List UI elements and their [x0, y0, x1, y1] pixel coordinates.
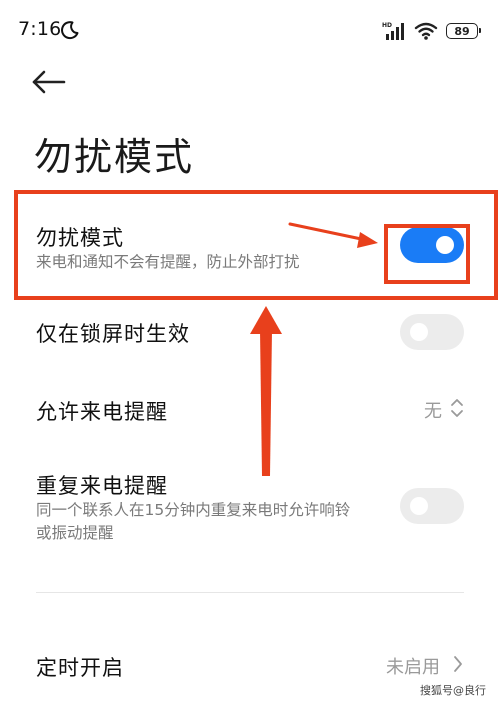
page-title: 勿扰模式	[34, 135, 195, 179]
allow-calls-row[interactable]: 允许来电提醒 无	[0, 376, 500, 440]
settings-screen: 7:16 HD 89 勿扰模式 勿扰模式 来电和通知不会有提醒，防止外部打扰 仅…	[0, 0, 500, 708]
status-bar: 7:16 HD 89	[0, 0, 500, 48]
scheduled-value: 未启用	[386, 657, 440, 678]
toggle-knob	[410, 497, 428, 515]
scheduled-title: 定时开启	[36, 656, 124, 680]
repeat-calls-row[interactable]: 重复来电提醒 同一个联系人在15分钟内重复来电时允许响铃 或振动提醒	[0, 456, 500, 556]
lockscreen-only-row[interactable]: 仅在锁屏时生效	[0, 300, 500, 364]
status-icons: HD 89	[382, 20, 481, 42]
updown-chevron-icon	[451, 399, 463, 417]
back-arrow-icon[interactable]	[30, 66, 70, 98]
signal-icon: HD	[382, 22, 404, 40]
moon-icon	[61, 21, 79, 40]
battery-level: 89	[454, 24, 470, 38]
toggle-knob	[410, 323, 428, 341]
allow-calls-value: 无	[424, 401, 442, 422]
watermark: 搜狐号@良行	[420, 684, 486, 697]
status-time: 7:16	[18, 18, 62, 40]
chevron-right-icon	[454, 656, 462, 672]
svg-text:HD: HD	[382, 22, 392, 29]
annotation-toggle-box	[384, 224, 470, 284]
wifi-icon	[414, 22, 438, 40]
battery-icon: 89	[446, 23, 481, 39]
section-divider	[36, 592, 464, 593]
repeat-calls-subtitle-line1: 同一个联系人在15分钟内重复来电时允许响铃	[36, 501, 351, 519]
allow-calls-title: 允许来电提醒	[36, 400, 168, 424]
lockscreen-only-toggle[interactable]	[400, 314, 464, 350]
repeat-calls-toggle[interactable]	[400, 488, 464, 524]
repeat-calls-subtitle-line2: 或振动提醒	[36, 524, 114, 542]
lockscreen-only-title: 仅在锁屏时生效	[36, 322, 190, 346]
repeat-calls-title: 重复来电提醒	[36, 474, 168, 498]
